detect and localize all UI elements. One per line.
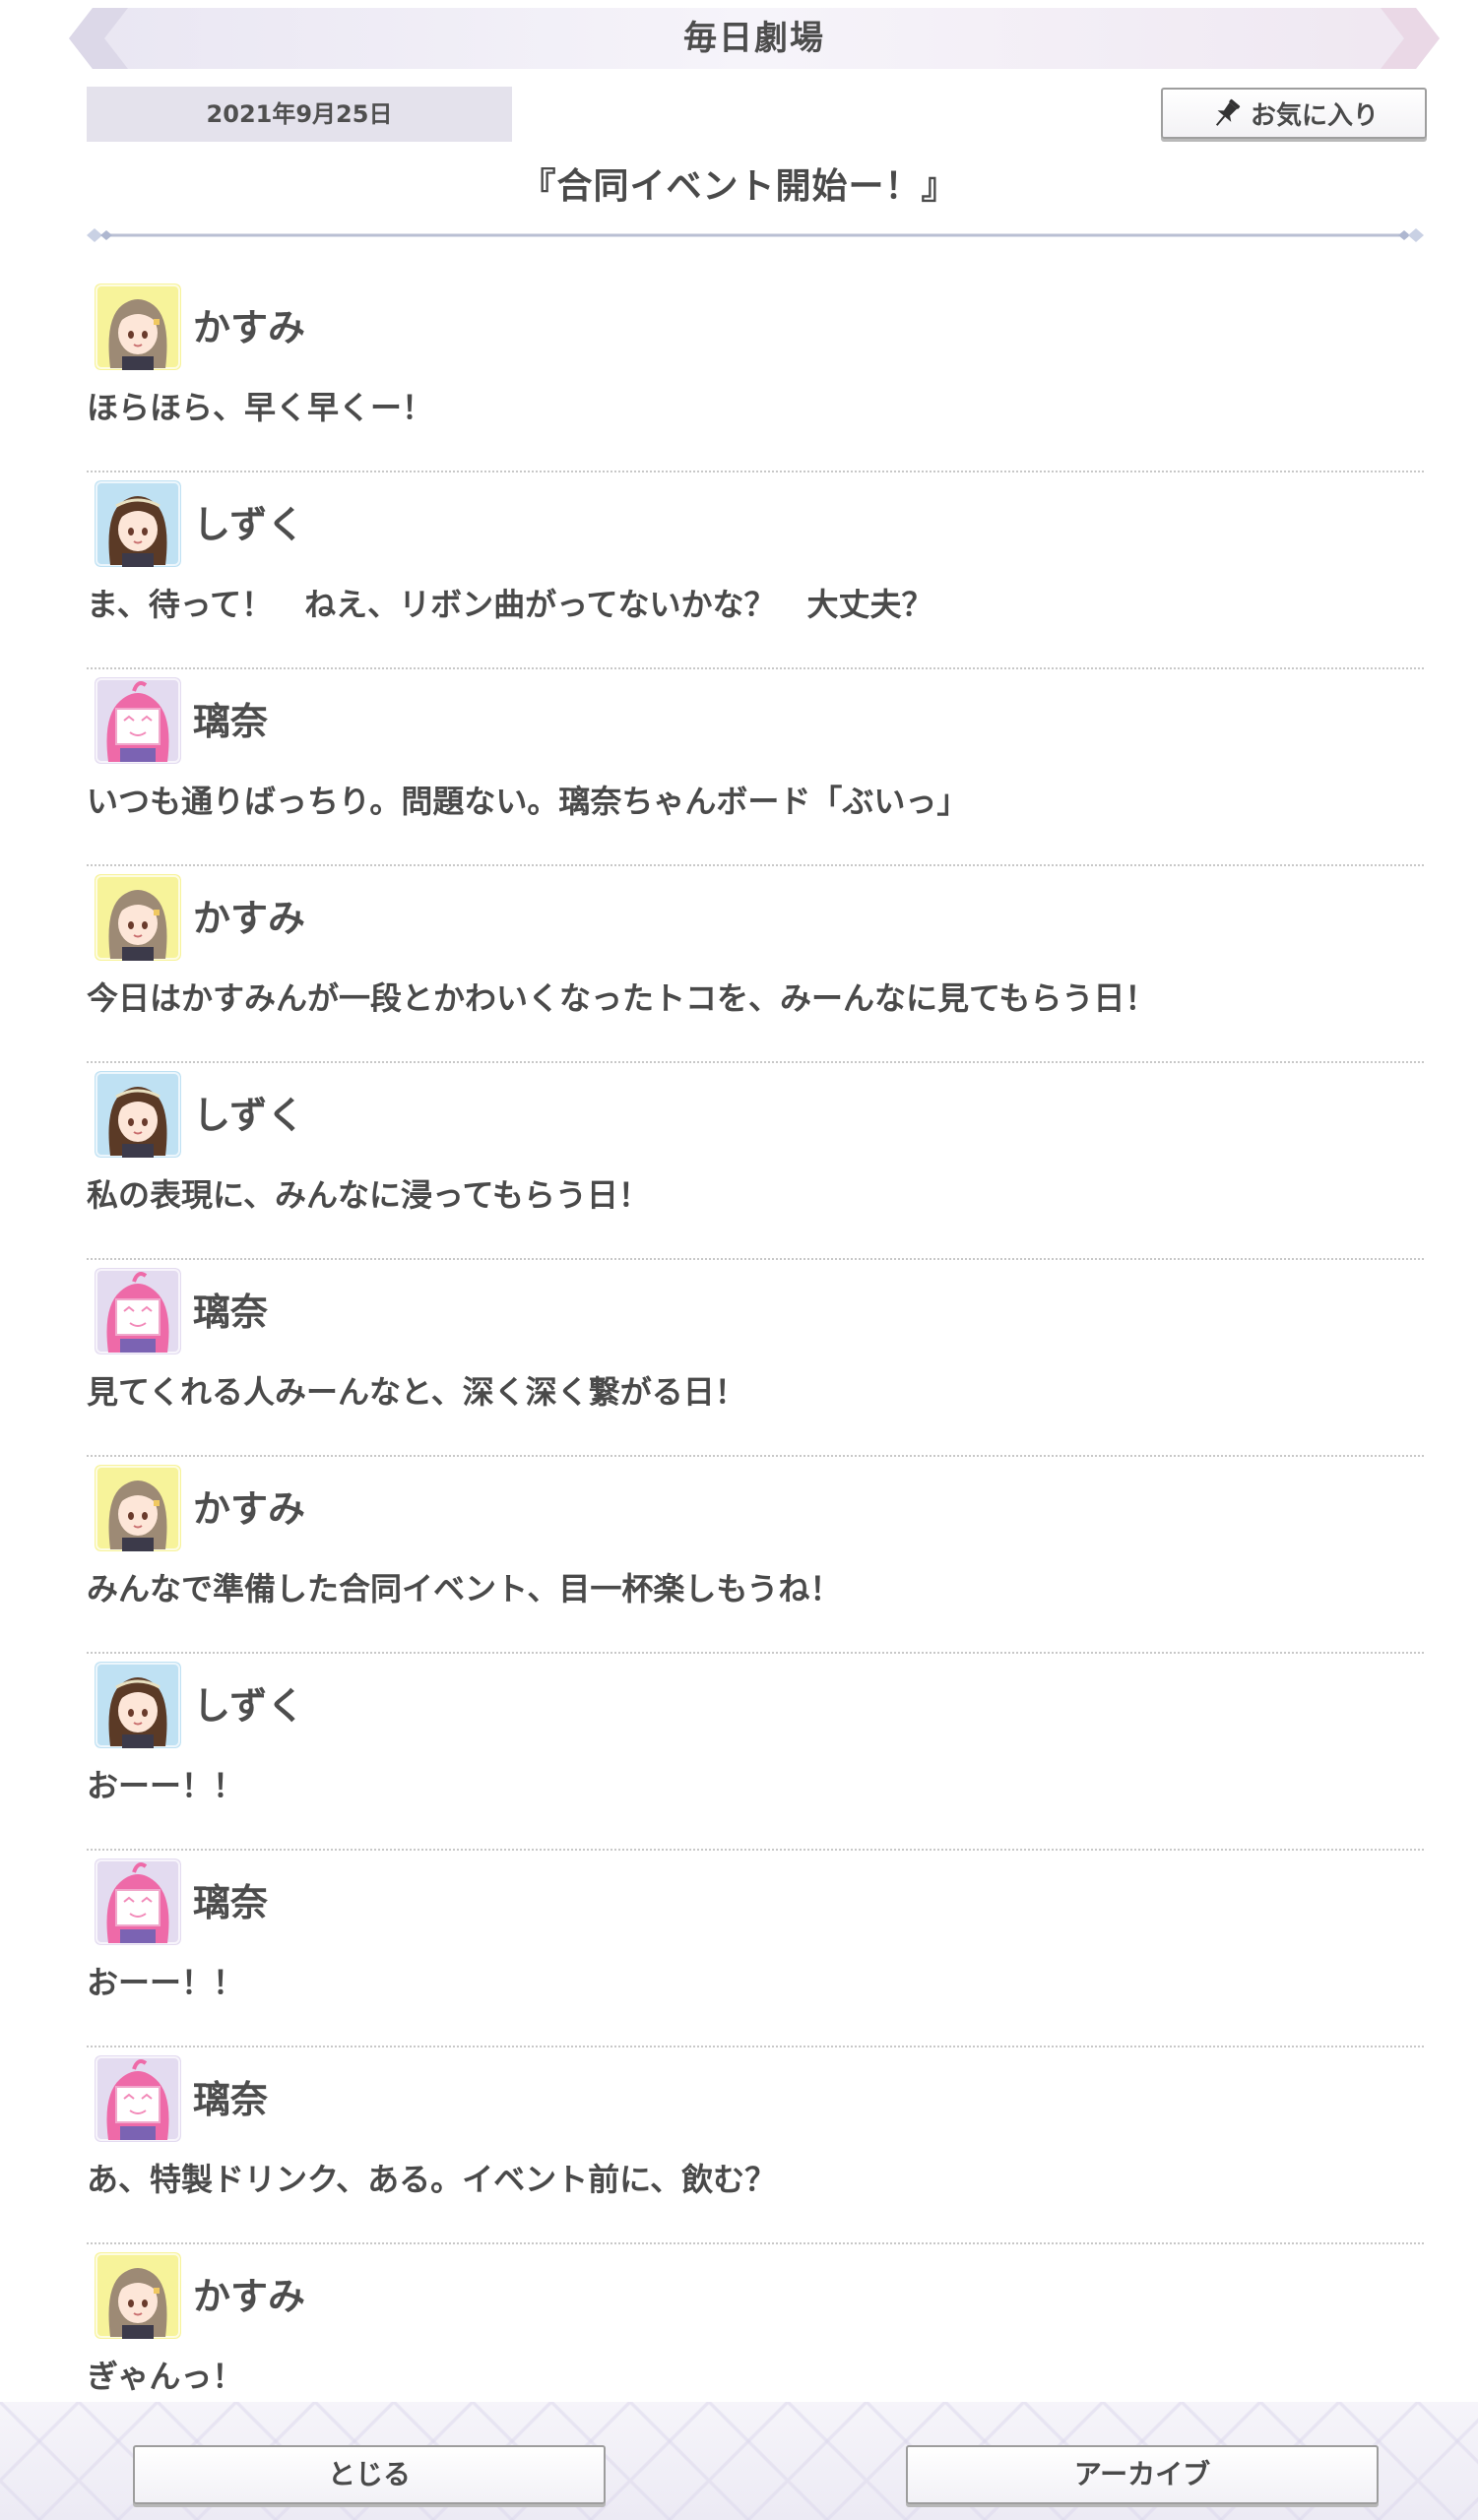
favorite-button[interactable]: お気に入り [1161, 88, 1427, 139]
dialog-entry: 璃奈おーー！！ [87, 1851, 1424, 2048]
dialog-entry: しずくおーー！！ [87, 1654, 1424, 1851]
dialog-text: ま、待って！ ねえ、リボン曲がってないかな？ 大丈夫？ [87, 586, 933, 623]
header-banner: 毎日劇場 [69, 8, 1440, 69]
character-avatar [95, 1858, 181, 1945]
character-avatar [95, 2252, 181, 2339]
title-divider [87, 228, 1424, 242]
dialog-text: みんなで準備した合同イベント、目一杯楽しもうね！ [87, 1570, 842, 1607]
dialog-text: あ、特製ドリンク、ある。イベント前に、飲む？ [87, 2161, 777, 2198]
kasumi-portrait-icon [95, 284, 181, 370]
speaker-name: 璃奈 [193, 1291, 269, 1334]
speaker-name: しずく [193, 503, 305, 546]
page-title: 毎日劇場 [683, 19, 825, 58]
dialog-entry: 璃奈あ、特製ドリンク、ある。イベント前に、飲む？ [87, 2048, 1424, 2244]
dialog-entry: かすみみんなで準備した合同イベント、目一杯楽しもうね！ [87, 1457, 1424, 1654]
speaker-name: しずく [193, 1094, 305, 1137]
pin-icon [1215, 98, 1241, 126]
rina-portrait-icon [95, 1268, 181, 1354]
character-avatar [95, 480, 181, 567]
dialog-entry: しずく私の表現に、みんなに浸ってもらう日！ [87, 1063, 1424, 1260]
kasumi-portrait-icon [95, 2252, 181, 2339]
speaker-name: かすみ [193, 897, 306, 940]
speaker-name: かすみ [193, 2275, 306, 2318]
dialog-list[interactable]: かすみ ほらほら、早く早くー！ しずく ま、待って！ ねえ、リボン曲がってないかな？ … [87, 276, 1424, 2441]
rina-portrait-icon [95, 1858, 181, 1945]
kasumi-portrait-icon [95, 1465, 181, 1551]
dialog-text: ぎゃんっ！ [87, 2358, 244, 2395]
character-avatar [95, 874, 181, 961]
dialog-text: 今日はかすみんが一段とかわいくなったトコを、みーんなに見てもらう日！ [87, 979, 1157, 1017]
dialog-entry: 璃奈見てくれる人みーんなと、深く深く繋がる日！ [87, 1260, 1424, 1457]
dialog-text: ほらほら、早く早くー！ [87, 389, 434, 426]
dialog-entry: かすみほらほら、早く早くー！ [87, 276, 1424, 472]
dialog-text: いつも通りばっちり。問題ない。璃奈ちゃんボード「ぶいっ」 [87, 783, 969, 820]
close-button[interactable]: とじる [133, 2445, 606, 2504]
speaker-name: かすみ [193, 306, 306, 349]
dialog-entry: かすみ今日はかすみんが一段とかわいくなったトコを、みーんなに見てもらう日！ [87, 866, 1424, 1063]
character-avatar [95, 1071, 181, 1158]
dialog-text: おーー！！ [87, 1964, 245, 2001]
speaker-name: 璃奈 [193, 700, 269, 743]
character-avatar [95, 677, 181, 764]
dialog-entry: 璃奈いつも通りばっちり。問題ない。璃奈ちゃんボード「ぶいっ」 [87, 669, 1424, 866]
favorite-label: お気に入り [1250, 100, 1379, 131]
dialog-text: おーー！！ [87, 1767, 245, 1804]
rina-portrait-icon [95, 677, 181, 764]
speaker-name: しずく [193, 1684, 305, 1728]
kasumi-portrait-icon [95, 874, 181, 961]
story-title: 『合同イベント開始ー！』 [520, 166, 958, 207]
character-avatar [95, 284, 181, 370]
date-label: 2021年9月25日 [87, 87, 512, 142]
daily-theater-page: 毎日劇場 2021年9月25日 お気に入り 『合同イベント開始ー！』 かすみほら… [0, 0, 1478, 2520]
shizuku-portrait-icon [95, 1071, 181, 1158]
character-avatar [95, 1465, 181, 1551]
speaker-name: 璃奈 [193, 2078, 269, 2121]
speaker-name: 璃奈 [193, 1881, 269, 1924]
character-avatar [95, 1268, 181, 1354]
footer-bar: とじる アーカイブ [0, 2402, 1478, 2520]
character-avatar [95, 1662, 181, 1748]
dialog-text: 私の表現に、みんなに浸ってもらう日！ [87, 1176, 650, 1214]
shizuku-portrait-icon [95, 480, 181, 567]
speaker-name: かすみ [193, 1487, 306, 1531]
dialog-entry: しずくま、待って！ ねえ、リボン曲がってないかな？ 大丈夫？ [87, 472, 1424, 669]
archive-button[interactable]: アーカイブ [906, 2445, 1379, 2504]
shizuku-portrait-icon [95, 1662, 181, 1748]
character-avatar [95, 2055, 181, 2142]
rina-portrait-icon [95, 2055, 181, 2142]
dialog-text: 見てくれる人みーんなと、深く深く繋がる日！ [87, 1373, 746, 1411]
